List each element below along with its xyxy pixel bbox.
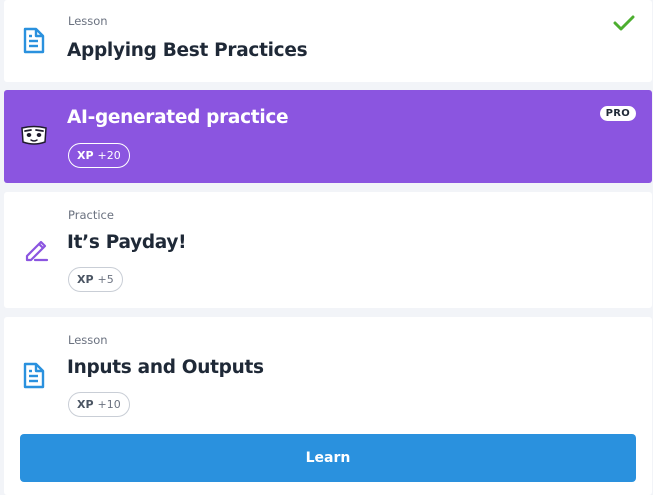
pro-badge: PRO bbox=[599, 106, 636, 121]
item-title: It’s Payday! bbox=[67, 232, 187, 253]
learn-button[interactable]: Learn bbox=[20, 434, 636, 482]
xp-label: XP bbox=[77, 398, 94, 411]
ai-practice-card[interactable]: AI-generated practice XP +20 PRO bbox=[4, 90, 652, 183]
xp-label: XP bbox=[77, 273, 94, 286]
item-kind-label: Lesson bbox=[68, 14, 108, 28]
xp-value: +20 bbox=[97, 149, 121, 162]
lesson-document-icon bbox=[23, 26, 45, 58]
lesson-document-icon bbox=[23, 361, 45, 393]
item-title: Inputs and Outputs bbox=[67, 357, 264, 378]
xp-value: +10 bbox=[97, 398, 121, 411]
item-title: Applying Best Practices bbox=[67, 40, 308, 61]
item-title: AI-generated practice bbox=[67, 107, 289, 128]
lesson-card-inputs-and-outputs[interactable]: Lesson Inputs and Outputs XP +10 Learn bbox=[4, 317, 652, 495]
practice-card-its-payday[interactable]: Practice It’s Payday! XP +5 bbox=[4, 192, 652, 308]
xp-value: +5 bbox=[97, 273, 114, 286]
lesson-card-applying-best-practices[interactable]: Lesson Applying Best Practices bbox=[4, 0, 652, 82]
xp-label: XP bbox=[77, 149, 94, 162]
item-kind-label: Lesson bbox=[68, 333, 108, 347]
xp-badge: XP +10 bbox=[68, 392, 130, 417]
xp-badge: XP +20 bbox=[68, 143, 130, 168]
checkmark-icon bbox=[613, 14, 635, 36]
xp-badge: XP +5 bbox=[68, 267, 123, 292]
item-kind-label: Practice bbox=[68, 208, 114, 222]
pencil-practice-icon bbox=[23, 236, 49, 266]
ai-face-icon bbox=[19, 124, 49, 152]
